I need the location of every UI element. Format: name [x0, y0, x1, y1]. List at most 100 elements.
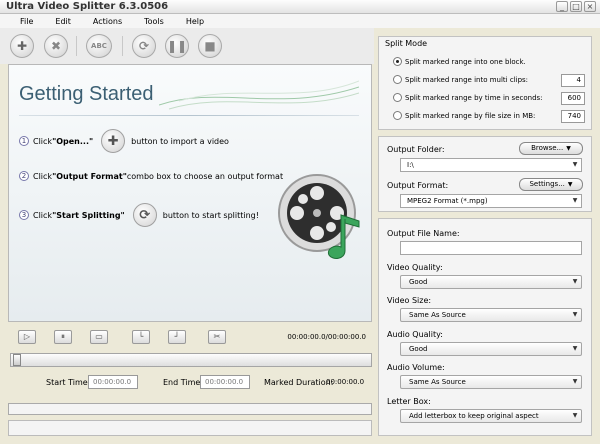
- slider-thumb[interactable]: [13, 354, 21, 366]
- play-button[interactable]: ▷: [18, 330, 36, 344]
- stop-button[interactable]: ■: [198, 34, 222, 58]
- window-title: Ultra Video Splitter 6.3.0506: [6, 1, 169, 12]
- open-button[interactable]: ✚: [10, 34, 34, 58]
- swoosh-decoration: [159, 80, 359, 110]
- scissors-icon: ✂: [213, 332, 221, 341]
- output-folder-value: I:\: [407, 161, 414, 169]
- option-label: Split marked range by file size in MB:: [405, 111, 536, 120]
- progress-bar: [8, 403, 372, 415]
- split-option-by-size[interactable]: Split marked range by file size in MB:: [393, 111, 535, 120]
- output-format-value: MPEG2 Format (*.mpg): [407, 197, 488, 205]
- menu-help[interactable]: Help: [184, 17, 206, 26]
- chevron-down-icon: ▼: [572, 161, 578, 168]
- step-2: 2 Click "Output Format" combo box to cho…: [19, 171, 283, 181]
- pause-playback-button[interactable]: ⏸: [54, 330, 72, 344]
- audio-volume-value: Same As Source: [409, 378, 466, 386]
- chevron-down-icon: ▼: [567, 181, 573, 188]
- minimize-icon[interactable]: _: [556, 1, 568, 12]
- letter-box-select[interactable]: Add letterbox to keep original aspect ▼: [400, 409, 582, 423]
- audio-volume-select[interactable]: Same As Source ▼: [400, 375, 582, 389]
- seek-slider[interactable]: [10, 353, 372, 367]
- split-option-multi-clips[interactable]: Split marked range into multi clips:: [393, 75, 528, 84]
- settings-label: Settings...: [529, 180, 565, 188]
- output-format-dropdown[interactable]: MPEG2 Format (*.mpg) ▼: [400, 194, 582, 208]
- output-file-name-input[interactable]: [400, 241, 582, 255]
- start-time-field[interactable]: 00:00:00.0: [88, 375, 138, 389]
- radio-button[interactable]: [393, 75, 402, 84]
- output-format-label: Output Format:: [387, 181, 449, 190]
- close-icon[interactable]: ×: [584, 1, 596, 12]
- menu-file[interactable]: File: [18, 17, 35, 26]
- letter-box-value: Add letterbox to keep original aspect: [409, 412, 539, 420]
- timecode-display: 00:00:00.0/00:00:00.0: [287, 333, 366, 341]
- plus-icon: ✚: [16, 39, 28, 53]
- settings-button[interactable]: Settings... ▼: [519, 178, 583, 191]
- time-row: Start Time: 00:00:00.0 End Time: 00:00:0…: [8, 375, 372, 391]
- video-quality-value: Good: [409, 278, 428, 286]
- split-option-by-time[interactable]: Split marked range by time in seconds:: [393, 93, 543, 102]
- step-text: combo box to choose an output format: [126, 171, 284, 181]
- chevron-down-icon: ▼: [572, 278, 578, 285]
- output-folder-dropdown[interactable]: I:\ ▼: [400, 158, 582, 172]
- video-size-value: Same As Source: [409, 311, 466, 319]
- audio-quality-label: Audio Quality:: [387, 330, 443, 339]
- clear-mark-button[interactable]: ✂: [208, 330, 226, 344]
- toolbar: ✚ ✖ ABC ⟳ ❚❚ ■: [0, 28, 374, 64]
- mark-end-button[interactable]: ┘: [168, 330, 186, 344]
- radio-button[interactable]: [393, 111, 402, 120]
- letter-box-label: Letter Box:: [387, 397, 431, 406]
- split-mode-panel: Split Mode Split marked range into one b…: [378, 36, 592, 130]
- menu-actions[interactable]: Actions: [91, 17, 124, 26]
- step-text: button to import a video: [131, 136, 229, 146]
- multi-clips-count[interactable]: 4: [561, 74, 585, 87]
- split-arrows-icon: ⟳: [138, 39, 150, 53]
- menu-tools[interactable]: Tools: [142, 17, 166, 26]
- step-3: 3 Click "Start Splitting" ⟳ button to st…: [19, 203, 259, 227]
- stop-icon: ▭: [95, 332, 103, 341]
- open-plus-icon[interactable]: ✚: [101, 129, 126, 153]
- browse-button[interactable]: Browse... ▼: [519, 142, 583, 155]
- stop-icon: ■: [204, 39, 216, 53]
- step-bold: "Output Format": [52, 171, 127, 181]
- title-bar: Ultra Video Splitter 6.3.0506 _ □ ×: [0, 0, 600, 14]
- option-label: Split marked range into multi clips:: [405, 75, 529, 84]
- remove-x-icon: ✖: [50, 39, 62, 53]
- radio-button[interactable]: [393, 57, 402, 66]
- chevron-down-icon: ▼: [572, 345, 578, 352]
- output-panel: Output Folder: Browse... ▼ I:\ ▼ Output F…: [378, 136, 592, 212]
- step-text: Click: [33, 171, 53, 181]
- maximize-icon[interactable]: □: [570, 1, 582, 12]
- split-option-one-block[interactable]: Split marked range into one block.: [393, 57, 526, 66]
- step-number: 1: [19, 136, 29, 146]
- pause-button[interactable]: ❚❚: [165, 34, 189, 58]
- mark-start-button[interactable]: └: [132, 330, 150, 344]
- file-size-input[interactable]: 740: [561, 110, 585, 123]
- start-splitting-button[interactable]: ⟳: [132, 34, 156, 58]
- video-size-select[interactable]: Same As Source ▼: [400, 308, 582, 322]
- chevron-down-icon: ▼: [566, 145, 571, 152]
- play-icon: ▷: [23, 332, 31, 341]
- audio-quality-select[interactable]: Good ▼: [400, 342, 582, 356]
- options-panel: Output File Name: Video Quality: Good ▼ …: [378, 218, 592, 436]
- end-time-field[interactable]: 00:00:00.0: [200, 375, 250, 389]
- pause-icon: ❚❚: [166, 39, 188, 53]
- marked-duration-value: 00:00:00.0: [326, 378, 365, 386]
- radio-button[interactable]: [393, 93, 402, 102]
- time-seconds-input[interactable]: 600: [561, 92, 585, 105]
- step-number: 3: [19, 210, 29, 220]
- chevron-down-icon: ▼: [572, 378, 578, 385]
- rename-button[interactable]: ABC: [86, 34, 112, 58]
- menu-bar: File Edit Actions Tools Help: [0, 14, 600, 28]
- mark-end-icon: ┘: [174, 332, 180, 341]
- end-time-label: End Time:: [163, 378, 204, 387]
- chevron-down-icon: ▼: [572, 412, 578, 419]
- split-arrows-icon[interactable]: ⟳: [132, 203, 157, 227]
- video-quality-label: Video Quality:: [387, 263, 443, 272]
- menu-edit[interactable]: Edit: [53, 17, 73, 26]
- split-mode-title: Split Mode: [385, 39, 428, 48]
- stop-playback-button[interactable]: ▭: [90, 330, 108, 344]
- option-label: Split marked range into one block.: [405, 57, 526, 66]
- remove-button[interactable]: ✖: [44, 34, 68, 58]
- video-quality-select[interactable]: Good ▼: [400, 275, 582, 289]
- mark-start-icon: └: [138, 332, 144, 341]
